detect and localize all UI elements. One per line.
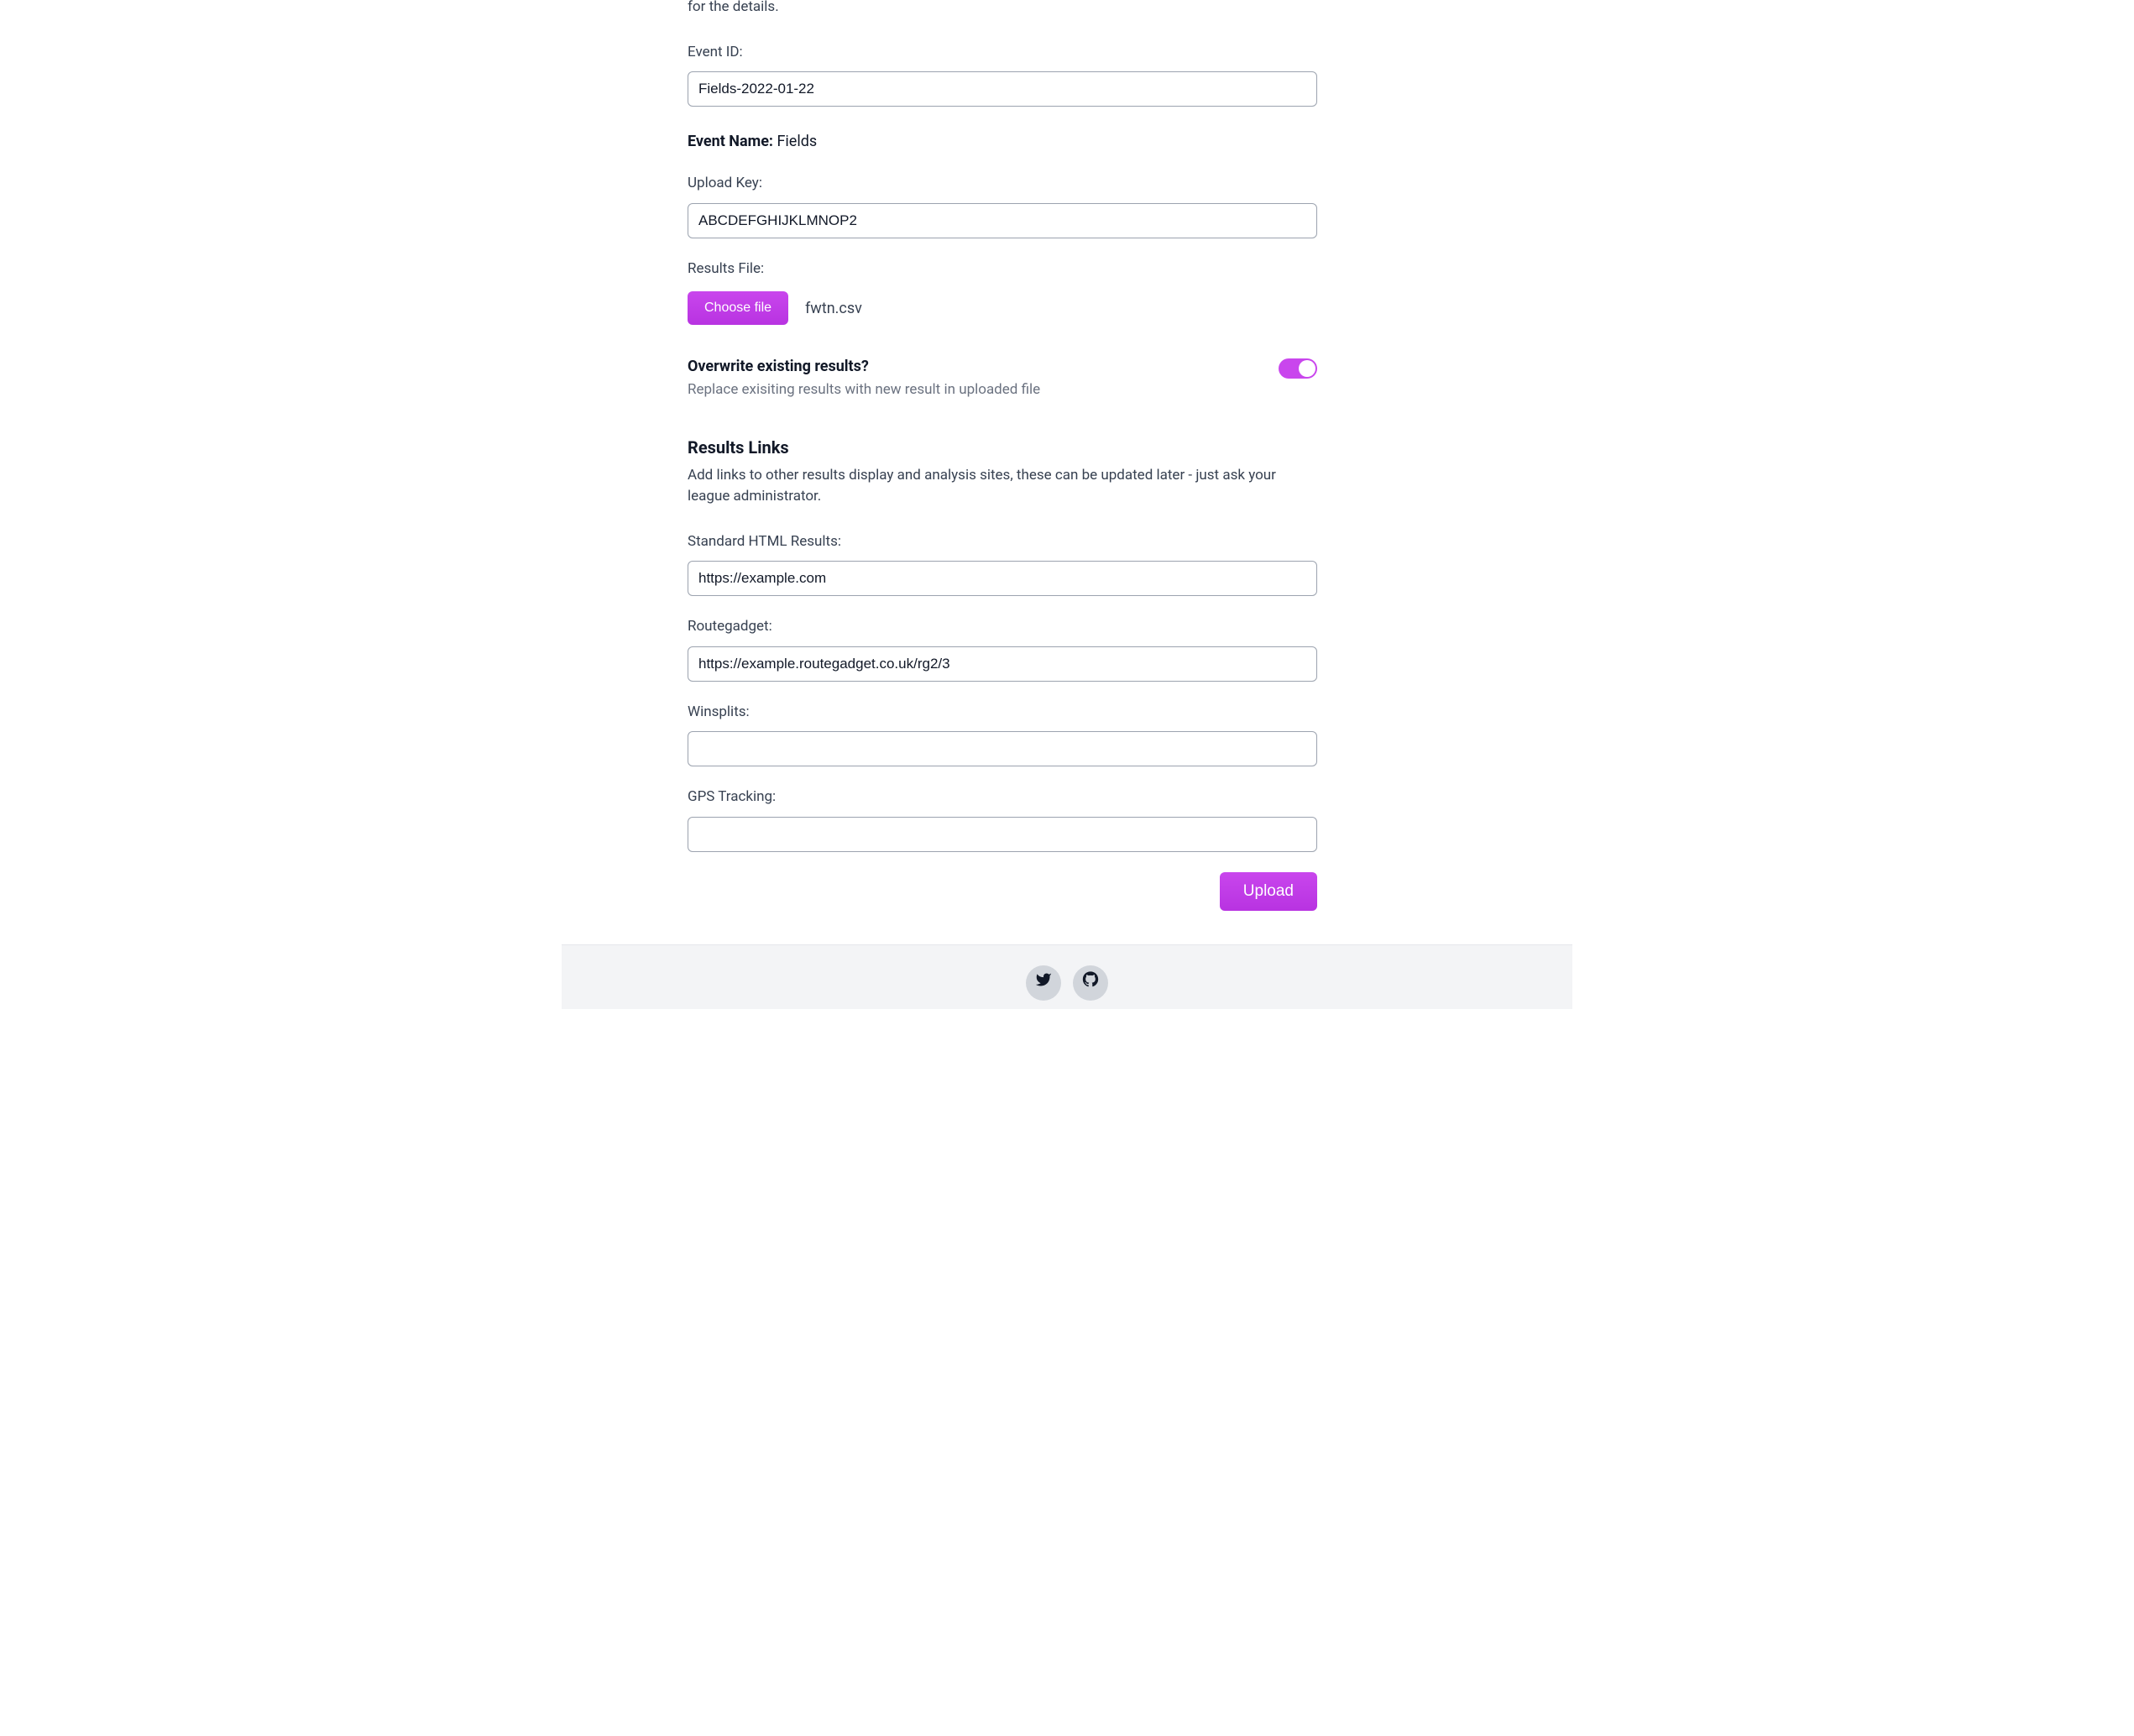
gps-tracking-input[interactable]	[688, 817, 1317, 852]
upload-key-field: Upload Key:	[688, 173, 1317, 238]
choose-file-button[interactable]: Choose file	[688, 291, 788, 325]
event-name-row: Event Name: Fields	[688, 127, 1317, 153]
twitter-link[interactable]	[1026, 965, 1061, 1001]
intro-text-fragment: for the details.	[688, 0, 1317, 18]
upload-key-input[interactable]	[688, 203, 1317, 238]
github-link[interactable]	[1073, 965, 1108, 1001]
overwrite-desc: Replace exisiting results with new resul…	[688, 379, 1262, 401]
event-name-value: Fields	[777, 133, 817, 150]
event-name-label: Event Name:	[688, 133, 773, 150]
event-id-label: Event ID:	[688, 42, 1317, 64]
routegadget-field: Routegadget:	[688, 616, 1317, 682]
overwrite-title: Overwrite existing results?	[688, 355, 1262, 378]
overwrite-toggle-row: Overwrite existing results? Replace exis…	[688, 355, 1317, 401]
winsplits-field: Winsplits:	[688, 702, 1317, 767]
event-id-field: Event ID:	[688, 42, 1317, 107]
upload-key-label: Upload Key:	[688, 173, 1317, 195]
gps-tracking-label: GPS Tracking:	[688, 787, 1317, 808]
standard-results-input[interactable]	[688, 561, 1317, 596]
standard-results-label: Standard HTML Results:	[688, 531, 1317, 553]
routegadget-label: Routegadget:	[688, 616, 1317, 638]
event-id-input[interactable]	[688, 71, 1317, 107]
results-links-desc: Add links to other results display and a…	[688, 465, 1317, 508]
standard-results-field: Standard HTML Results:	[688, 531, 1317, 597]
twitter-icon	[1035, 971, 1052, 994]
overwrite-toggle[interactable]	[1279, 358, 1317, 379]
gps-tracking-field: GPS Tracking:	[688, 787, 1317, 852]
winsplits-label: Winsplits:	[688, 702, 1317, 724]
chosen-file-name: fwtn.csv	[805, 297, 862, 320]
results-file-field: Results File: Choose file fwtn.csv	[688, 259, 1317, 326]
routegadget-input[interactable]	[688, 646, 1317, 682]
upload-button[interactable]: Upload	[1220, 872, 1317, 911]
github-icon	[1082, 971, 1099, 994]
winsplits-input[interactable]	[688, 731, 1317, 766]
toggle-knob	[1299, 360, 1315, 377]
results-file-label: Results File:	[688, 259, 1317, 280]
results-links-title: Results Links	[688, 435, 1317, 460]
footer	[562, 944, 1572, 1009]
